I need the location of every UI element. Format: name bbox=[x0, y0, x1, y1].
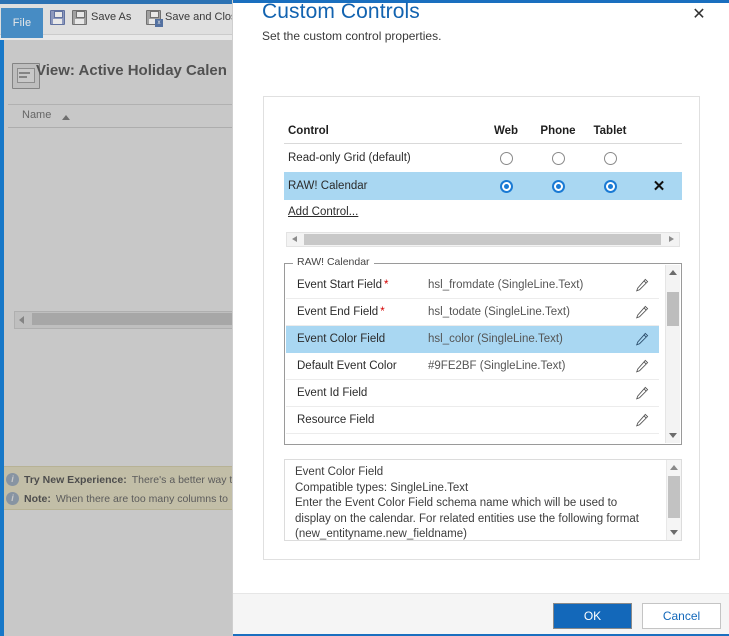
notification-try-new-experience: i Try New Experience: There's a better w… bbox=[0, 470, 232, 489]
list-item[interactable]: Default Event Color #9FE2BF (SingleLine.… bbox=[286, 353, 659, 380]
edit-pencil-icon[interactable] bbox=[625, 332, 659, 346]
delete-control-icon[interactable]: ✕ bbox=[653, 179, 666, 194]
radio-tablet-readonly-grid[interactable] bbox=[603, 151, 617, 165]
background-application: Save As x Save and Clos File View: Activ… bbox=[0, 0, 232, 636]
property-value: hsl_todate (SingleLine.Text) bbox=[428, 306, 570, 318]
properties-list: Event Start Field * hsl_fromdate (SingleL… bbox=[286, 272, 659, 442]
grid-header-row: Name bbox=[8, 105, 232, 128]
column-header-control: Control bbox=[288, 125, 329, 137]
save-as-button-label: Save As bbox=[91, 11, 132, 23]
property-value: hsl_fromdate (SingleLine.Text) bbox=[428, 279, 584, 291]
property-label: Resource Field bbox=[297, 414, 375, 426]
close-icon[interactable]: ✕ bbox=[688, 4, 710, 26]
description-vertical-scrollbar[interactable] bbox=[666, 460, 681, 540]
controls-table-horizontal-scrollbar[interactable] bbox=[286, 232, 680, 247]
list-item[interactable]: Resource Field bbox=[286, 407, 659, 434]
notification-note: i Note: When there are too many columns … bbox=[0, 489, 232, 508]
control-name: RAW! Calendar bbox=[288, 180, 368, 192]
edit-pencil-icon[interactable] bbox=[625, 305, 659, 319]
save-icon bbox=[50, 9, 65, 25]
dialog-title: Custom Controls bbox=[262, 0, 420, 23]
scroll-left-icon[interactable] bbox=[292, 236, 297, 242]
properties-group-label: RAW! Calendar bbox=[293, 256, 374, 268]
sort-ascending-icon bbox=[62, 115, 70, 120]
scrollbar-thumb[interactable] bbox=[668, 476, 680, 518]
file-tab[interactable]: File bbox=[1, 8, 43, 38]
scroll-left-icon[interactable] bbox=[19, 316, 24, 324]
dialog-subtitle: Set the custom control properties. bbox=[262, 29, 442, 43]
radio-web-raw-calendar[interactable] bbox=[499, 179, 513, 193]
notification-text: There's a better way t bbox=[131, 473, 232, 486]
property-description-text: Event Color Field Compatible types: Sing… bbox=[295, 466, 639, 540]
property-label: Event Color Field bbox=[297, 333, 386, 345]
radio-tablet-raw-calendar[interactable] bbox=[603, 179, 617, 193]
info-icon: i bbox=[6, 492, 19, 505]
list-item[interactable]: Event End Field * hsl_todate (SingleLine.… bbox=[286, 299, 659, 326]
table-row[interactable]: RAW! Calendar ✕ bbox=[284, 172, 682, 200]
ok-button[interactable]: OK bbox=[553, 603, 632, 629]
list-item[interactable]: Event Start Field * hsl_fromdate (SingleL… bbox=[286, 272, 659, 299]
property-description-panel: Event Color Field Compatible types: Sing… bbox=[284, 459, 682, 541]
add-control-link[interactable]: Add Control... bbox=[288, 206, 358, 218]
scroll-right-icon[interactable] bbox=[669, 236, 674, 242]
scroll-down-icon[interactable] bbox=[669, 433, 677, 438]
save-and-close-icon: x bbox=[146, 9, 163, 27]
list-item[interactable]: Event Id Field bbox=[286, 380, 659, 407]
notification-bar: i Try New Experience: There's a better w… bbox=[0, 466, 232, 510]
notification-title: Try New Experience: bbox=[24, 473, 127, 486]
radio-phone-raw-calendar[interactable] bbox=[551, 179, 565, 193]
properties-group: RAW! Calendar Event Start Field * hsl_fro… bbox=[284, 256, 682, 445]
save-as-icon bbox=[72, 9, 87, 25]
save-and-close-button-label: Save and Clos bbox=[165, 11, 232, 23]
scroll-up-icon[interactable] bbox=[670, 465, 678, 470]
grid-horizontal-scrollbar[interactable] bbox=[14, 311, 232, 329]
notification-text: When there are too many columns to bbox=[55, 492, 229, 505]
save-and-close-button[interactable]: x Save and Clos bbox=[146, 6, 232, 28]
save-as-button[interactable]: Save As bbox=[72, 6, 131, 28]
scrollbar-thumb[interactable] bbox=[304, 234, 661, 245]
table-row[interactable]: Read-only Grid (default) bbox=[284, 144, 682, 172]
scrollbar-thumb[interactable] bbox=[32, 313, 232, 325]
radio-web-readonly-grid[interactable] bbox=[499, 151, 513, 165]
property-label: Event Start Field bbox=[297, 279, 383, 291]
column-header-phone: Phone bbox=[540, 125, 576, 137]
edit-pencil-icon[interactable] bbox=[625, 359, 659, 373]
controls-table-header: Control Web Phone Tablet bbox=[284, 119, 682, 144]
column-header-tablet: Tablet bbox=[593, 125, 627, 137]
save-button[interactable] bbox=[50, 6, 69, 28]
properties-vertical-scrollbar[interactable] bbox=[665, 265, 680, 443]
dialog-footer: OK Cancel bbox=[233, 593, 729, 636]
property-label: Event End Field bbox=[297, 306, 379, 318]
scroll-up-icon[interactable] bbox=[669, 270, 677, 275]
radio-phone-readonly-grid[interactable] bbox=[551, 151, 565, 165]
edit-pencil-icon[interactable] bbox=[625, 278, 659, 292]
view-grid: Name bbox=[8, 104, 232, 455]
required-marker: * bbox=[384, 279, 389, 291]
property-label: Default Event Color bbox=[297, 360, 397, 372]
grid-column-name[interactable]: Name bbox=[22, 109, 51, 121]
scroll-down-icon[interactable] bbox=[670, 530, 678, 535]
property-value: hsl_color (SingleLine.Text) bbox=[428, 333, 563, 345]
edit-pencil-icon[interactable] bbox=[625, 386, 659, 400]
notification-title: Note: bbox=[24, 492, 51, 505]
property-value: #9FE2BF (SingleLine.Text) bbox=[428, 360, 566, 372]
control-name: Read-only Grid (default) bbox=[288, 152, 411, 164]
controls-table: Control Web Phone Tablet Read-only Grid … bbox=[284, 119, 682, 200]
required-marker: * bbox=[380, 306, 385, 318]
page-title: View: Active Holiday Calen bbox=[36, 62, 227, 79]
list-item[interactable]: Event Color Field hsl_color (SingleLine.… bbox=[286, 326, 659, 353]
column-header-web: Web bbox=[493, 125, 519, 137]
dialog-content-card: Control Web Phone Tablet Read-only Grid … bbox=[263, 96, 700, 560]
edit-pencil-icon[interactable] bbox=[625, 413, 659, 427]
cancel-button[interactable]: Cancel bbox=[642, 603, 721, 629]
custom-controls-dialog: Custom Controls Set the custom control p… bbox=[232, 0, 729, 636]
info-icon: i bbox=[6, 473, 19, 486]
property-label: Event Id Field bbox=[297, 387, 368, 399]
left-accent-bar bbox=[0, 40, 4, 636]
scrollbar-thumb[interactable] bbox=[667, 292, 679, 326]
